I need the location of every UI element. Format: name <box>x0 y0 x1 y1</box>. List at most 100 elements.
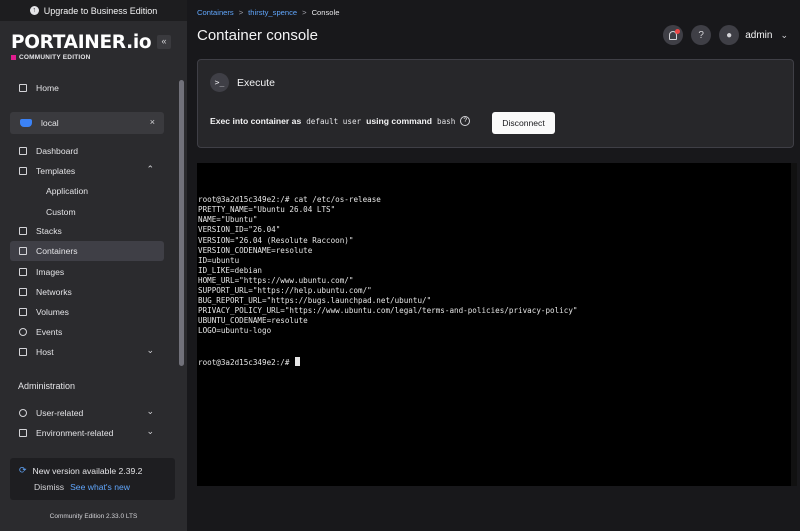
host-icon <box>19 348 27 356</box>
sidebar-item-events[interactable]: Events <box>10 322 164 342</box>
chevron-down-icon: ⌄ <box>146 406 154 416</box>
users-icon <box>19 409 27 417</box>
terminal-line: VERSION_ID="26.04" <box>198 225 281 235</box>
sidebar-item-label: Containers <box>36 246 78 256</box>
bell-icon <box>669 28 681 40</box>
help-button[interactable]: ? <box>691 25 712 45</box>
dismiss-link[interactable]: Dismiss <box>34 482 64 492</box>
breadcrumb-container-name[interactable]: thirsty_spence <box>248 8 297 17</box>
terminal-line: ID=ubuntu <box>198 255 240 265</box>
chevron-down-icon[interactable]: ⌄ <box>780 30 788 41</box>
notification-dot <box>675 28 681 34</box>
clock-icon <box>19 328 27 336</box>
breadcrumb-separator: > <box>238 8 244 17</box>
user-avatar-icon[interactable]: ● <box>719 25 740 45</box>
update-notice: ⟳ New version available 2.39.2 Dismiss S… <box>10 458 175 500</box>
notifications-button[interactable] <box>663 25 684 45</box>
templates-icon <box>19 167 27 175</box>
collapse-sidebar-button[interactable]: « <box>157 35 171 49</box>
terminal-line: BUG_REPORT_URL="https://bugs.launchpad.n… <box>198 296 432 306</box>
user-icon: ● <box>726 29 733 41</box>
sidebar-item-environment-related[interactable]: Environment-related ⌄ <box>10 423 164 443</box>
sidebar-item-label: Dashboard <box>36 146 79 156</box>
sidebar-item-label: Environment-related <box>36 428 114 438</box>
exec-prefix: Exec into container as <box>210 116 302 126</box>
environment-selector[interactable]: local × <box>10 112 164 134</box>
sidebar-item-containers[interactable]: Containers <box>10 241 164 261</box>
main-content: Containers > thirsty_spence > Console Co… <box>187 0 800 531</box>
user-menu-name[interactable]: admin <box>745 30 772 41</box>
terminal-line: SUPPORT_URL="https://help.ubuntu.com/" <box>198 286 372 296</box>
breadcrumb: Containers > thirsty_spence > Console <box>197 8 339 17</box>
sidebar-item-dashboard[interactable]: Dashboard <box>10 141 164 161</box>
environment-icon <box>19 429 27 437</box>
sidebar-item-label: Stacks <box>36 226 62 236</box>
exec-user: default user <box>306 116 362 126</box>
sidebar-item-networks[interactable]: Networks <box>10 282 164 302</box>
execute-panel: >_ Execute Exec into container as defaul… <box>197 59 794 148</box>
upgrade-banner[interactable]: ↑ Upgrade to Business Edition <box>0 0 187 21</box>
sidebar-item-application[interactable]: Application <box>46 186 88 196</box>
terminal-line: PRETTY_NAME="Ubuntu 26.04 LTS" <box>198 205 336 215</box>
database-icon <box>19 308 27 316</box>
sidebar-item-label: Images <box>36 267 65 277</box>
disconnect-button[interactable]: Disconnect <box>492 112 555 134</box>
sidebar-item-custom[interactable]: Custom <box>46 207 76 217</box>
update-text: New version available 2.39.2 <box>32 465 143 476</box>
terminal-line: HOME_URL="https://www.ubuntu.com/" <box>198 275 354 285</box>
container-box-icon <box>19 247 27 255</box>
chevron-down-icon: ⌄ <box>146 345 154 355</box>
breadcrumb-current: Console <box>311 8 340 17</box>
header-actions: ? ● admin ⌄ <box>663 25 788 45</box>
sidebar: ↑ Upgrade to Business Edition PORTAINER.… <box>0 0 187 531</box>
terminal-scrollbar[interactable] <box>791 163 797 486</box>
breadcrumb-separator: > <box>302 8 307 17</box>
images-list-icon <box>19 268 27 276</box>
close-environment-icon[interactable]: × <box>150 117 155 127</box>
terminal-line: UBUNTU_CODENAME=resolute <box>198 316 308 326</box>
exec-description: Exec into container as default user usin… <box>210 116 471 126</box>
edition-text: COMMUNITY EDITION <box>19 54 91 61</box>
upgrade-label: Upgrade to Business Edition <box>43 5 158 16</box>
exec-command: bash <box>437 116 456 126</box>
logo-text: PORTAINER.io <box>11 32 152 53</box>
terminal-line: VERSION_CODENAME=resolute <box>198 245 313 255</box>
environment-name: local <box>41 118 59 128</box>
sidebar-item-label: Events <box>36 327 63 337</box>
sidebar-item-host[interactable]: Host ⌄ <box>10 342 164 362</box>
terminal-line: PRIVACY_POLICY_URL="https://www.ubuntu.c… <box>198 306 578 316</box>
sidebar-item-label: Networks <box>36 287 72 297</box>
administration-heading: Administration <box>18 381 76 391</box>
chevron-up-icon: ⌃ <box>146 164 154 174</box>
terminal-lines: root@3a2d15c349e2:/# cat /etc/os-release… <box>198 195 797 336</box>
edition-label: COMMUNITY EDITION <box>11 54 151 61</box>
edition-square-icon <box>11 55 16 60</box>
terminal-line: VERSION="26.04 (Resolute Raccoon)" <box>198 235 354 245</box>
sidebar-item-templates[interactable]: Templates ⌃ <box>10 161 164 181</box>
question-icon: ? <box>698 29 704 41</box>
portainer-logo[interactable]: PORTAINER.io COMMUNITY EDITION <box>11 32 152 61</box>
whats-new-link[interactable]: See what's new <box>70 482 130 492</box>
sidebar-item-label: Templates <box>36 166 76 176</box>
terminal-output[interactable]: root@3a2d15c349e2:/# cat /etc/os-release… <box>197 163 797 486</box>
sidebar-item-stacks[interactable]: Stacks <box>10 221 164 241</box>
dashboard-icon <box>19 147 27 155</box>
terminal-line: NAME="Ubuntu" <box>198 215 258 225</box>
terminal-cursor <box>295 356 301 366</box>
execute-header: >_ Execute <box>210 73 275 92</box>
sidebar-item-images[interactable]: Images <box>10 262 164 282</box>
arrow-up-circle-icon: ↑ <box>29 6 39 15</box>
sidebar-item-volumes[interactable]: Volumes <box>10 302 164 322</box>
sidebar-item-label: Home <box>36 83 59 93</box>
version-footer: Community Edition 2.33.0 LTS <box>49 513 138 520</box>
sidebar-item-home[interactable]: Home <box>10 78 164 98</box>
home-icon <box>19 84 27 92</box>
sidebar-scrollbar[interactable] <box>179 80 184 366</box>
help-icon[interactable]: ? <box>460 116 471 126</box>
terminal-line: ID_LIKE=debian <box>198 265 263 275</box>
refresh-icon: ⟳ <box>19 465 27 475</box>
breadcrumb-containers[interactable]: Containers <box>197 8 234 17</box>
terminal-line: LOGO=ubuntu-logo <box>198 326 272 336</box>
sidebar-item-user-related[interactable]: User-related ⌄ <box>10 403 164 423</box>
sidebar-item-label: Host <box>36 347 54 357</box>
